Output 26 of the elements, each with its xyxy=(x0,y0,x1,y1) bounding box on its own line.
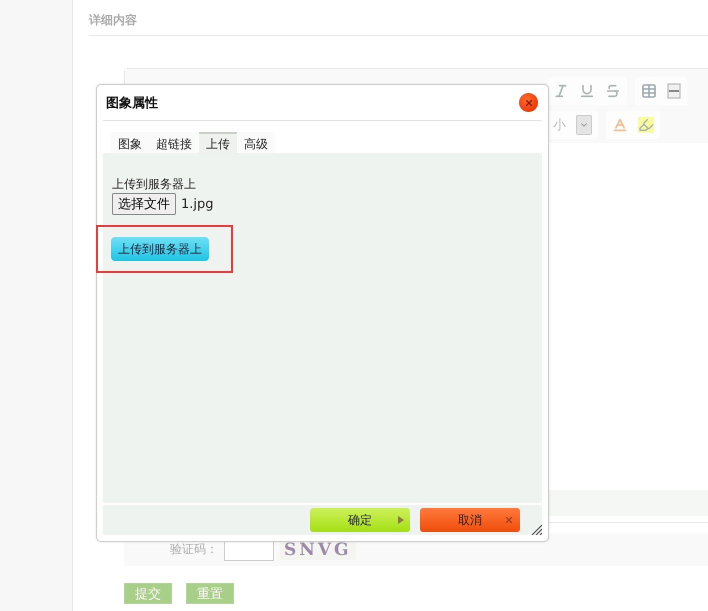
file-name: 1.jpg xyxy=(181,196,214,212)
italic-icon[interactable] xyxy=(553,83,569,99)
dialog-tab[interactable]: 高级 xyxy=(237,132,275,153)
underline-icon[interactable] xyxy=(579,83,595,99)
dialog-tab[interactable]: 上传 xyxy=(199,132,237,153)
captcha-label: 验证码： xyxy=(170,541,218,558)
resize-grip-icon[interactable] xyxy=(530,523,542,535)
close-icon xyxy=(524,98,534,108)
upload-button[interactable]: 上传到服务器上 xyxy=(111,237,209,261)
cancel-button[interactable]: 取消 xyxy=(420,508,520,532)
choose-file-button[interactable]: 选择文件 xyxy=(112,193,176,215)
font-color-icon[interactable] xyxy=(612,117,628,133)
close-button[interactable] xyxy=(519,93,538,112)
strikethrough-icon[interactable] xyxy=(605,83,621,99)
dialog-tab[interactable]: 超链接 xyxy=(149,132,199,153)
close-icon xyxy=(504,515,514,525)
dropdown-button[interactable] xyxy=(576,115,592,135)
ok-button[interactable]: 确定 xyxy=(310,508,410,532)
dialog-tab[interactable]: 图象 xyxy=(111,132,149,153)
play-icon xyxy=(398,516,404,524)
highlight-icon[interactable] xyxy=(638,117,654,133)
dialog-title: 图象属性 xyxy=(106,94,158,112)
section-title: 详细内容 xyxy=(89,12,708,36)
font-size-label: 小 xyxy=(553,117,566,134)
table-icon[interactable] xyxy=(641,83,657,99)
upload-label: 上传到服务器上 xyxy=(112,176,197,193)
